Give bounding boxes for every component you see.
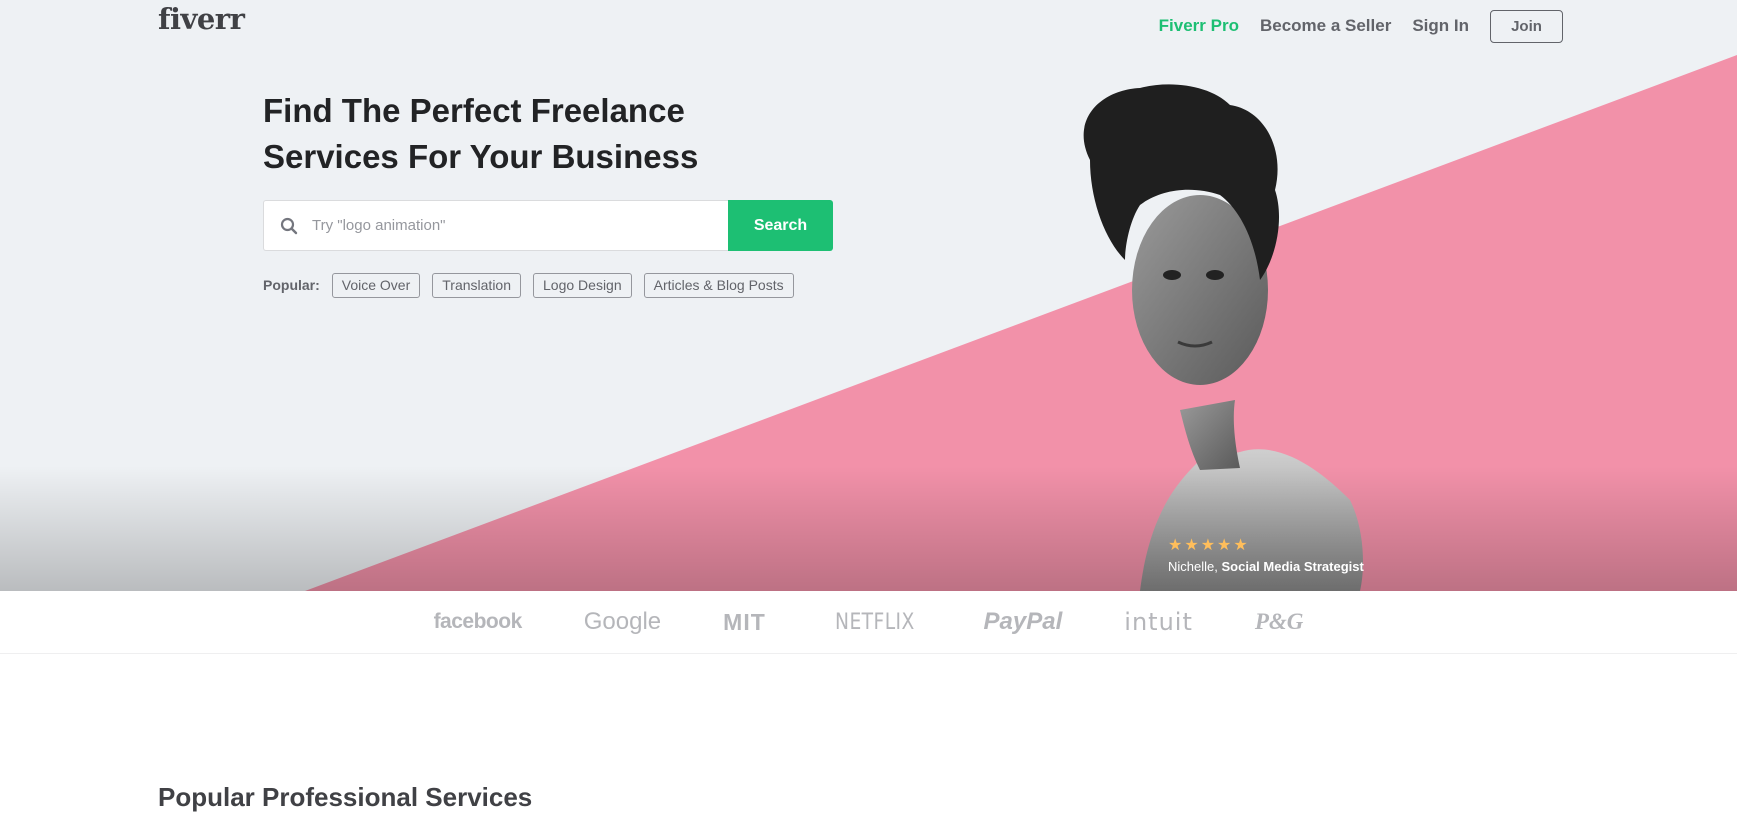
nav-fiverr-pro-link[interactable]: Fiverr Pro [1159,16,1239,36]
nav-links: Fiverr Pro Become a Seller Sign In Join [1138,9,1563,43]
testimonial-role: Social Media Strategist [1221,559,1364,574]
intuit-logo: intuit [1124,608,1193,636]
hero-portrait-image [1083,84,1363,591]
testimonial-name: Nichelle, [1168,559,1218,574]
hero-pink-diagonal [305,55,1737,591]
fiverr-logo[interactable]: fiverr [158,2,245,36]
hero-headline-line1: Find The Perfect Freelance [263,92,685,129]
hero-headline-line2: Services For Your Business [263,138,699,175]
star-icon: ★ [1233,537,1248,554]
hero-search-bar: Search [263,200,833,251]
facebook-logo: facebook [433,610,523,633]
testimonial-caption: ★ ★ ★ ★ ★ Nichelle, Social Media Strateg… [1168,537,1364,574]
popular-tag-logo-design[interactable]: Logo Design [533,272,632,298]
popular-services-heading: Popular Professional Services [158,782,533,812]
search-button[interactable]: Search [728,200,833,251]
netflix-logo: NETFLIX [834,609,915,635]
star-icon: ★ [1217,537,1232,554]
mit-logo: MIT [723,608,766,635]
top-navigation: fiverr Fiverr Pro Become a Seller Sign I… [0,0,1737,52]
star-icon: ★ [1168,537,1183,554]
paypal-logo: PayPal [983,608,1063,635]
hero-banner: fiverr Fiverr Pro Become a Seller Sign I… [0,0,1737,591]
pg-logo: P&G [1254,609,1304,634]
google-logo: Google [583,608,662,635]
testimonial-name-role: Nichelle, Social Media Strategist [1168,559,1364,574]
search-input[interactable] [312,217,672,234]
popular-tag-voice-over[interactable]: Voice Over [331,272,421,298]
join-button[interactable]: Join [1490,9,1563,43]
popular-tag-articles-blog-posts[interactable]: Articles & Blog Posts [643,272,794,298]
star-icon: ★ [1184,537,1199,554]
popular-label: Popular: [263,277,320,293]
search-icon [280,217,298,234]
star-icon: ★ [1200,537,1216,554]
nav-sign-in-link[interactable]: Sign In [1412,16,1469,36]
rating-stars: ★ ★ ★ ★ ★ [1168,537,1364,555]
popular-tag-translation[interactable]: Translation [432,272,522,298]
trusted-by-logos: facebook Google MIT NETFLIX PayPal intui… [0,591,1737,654]
hero-headline: Find The Perfect Freelance Services For … [263,88,783,180]
popular-searches: Popular: Voice Over Translation Logo Des… [263,272,806,298]
search-box [263,200,728,251]
nav-become-seller-link[interactable]: Become a Seller [1260,16,1391,36]
